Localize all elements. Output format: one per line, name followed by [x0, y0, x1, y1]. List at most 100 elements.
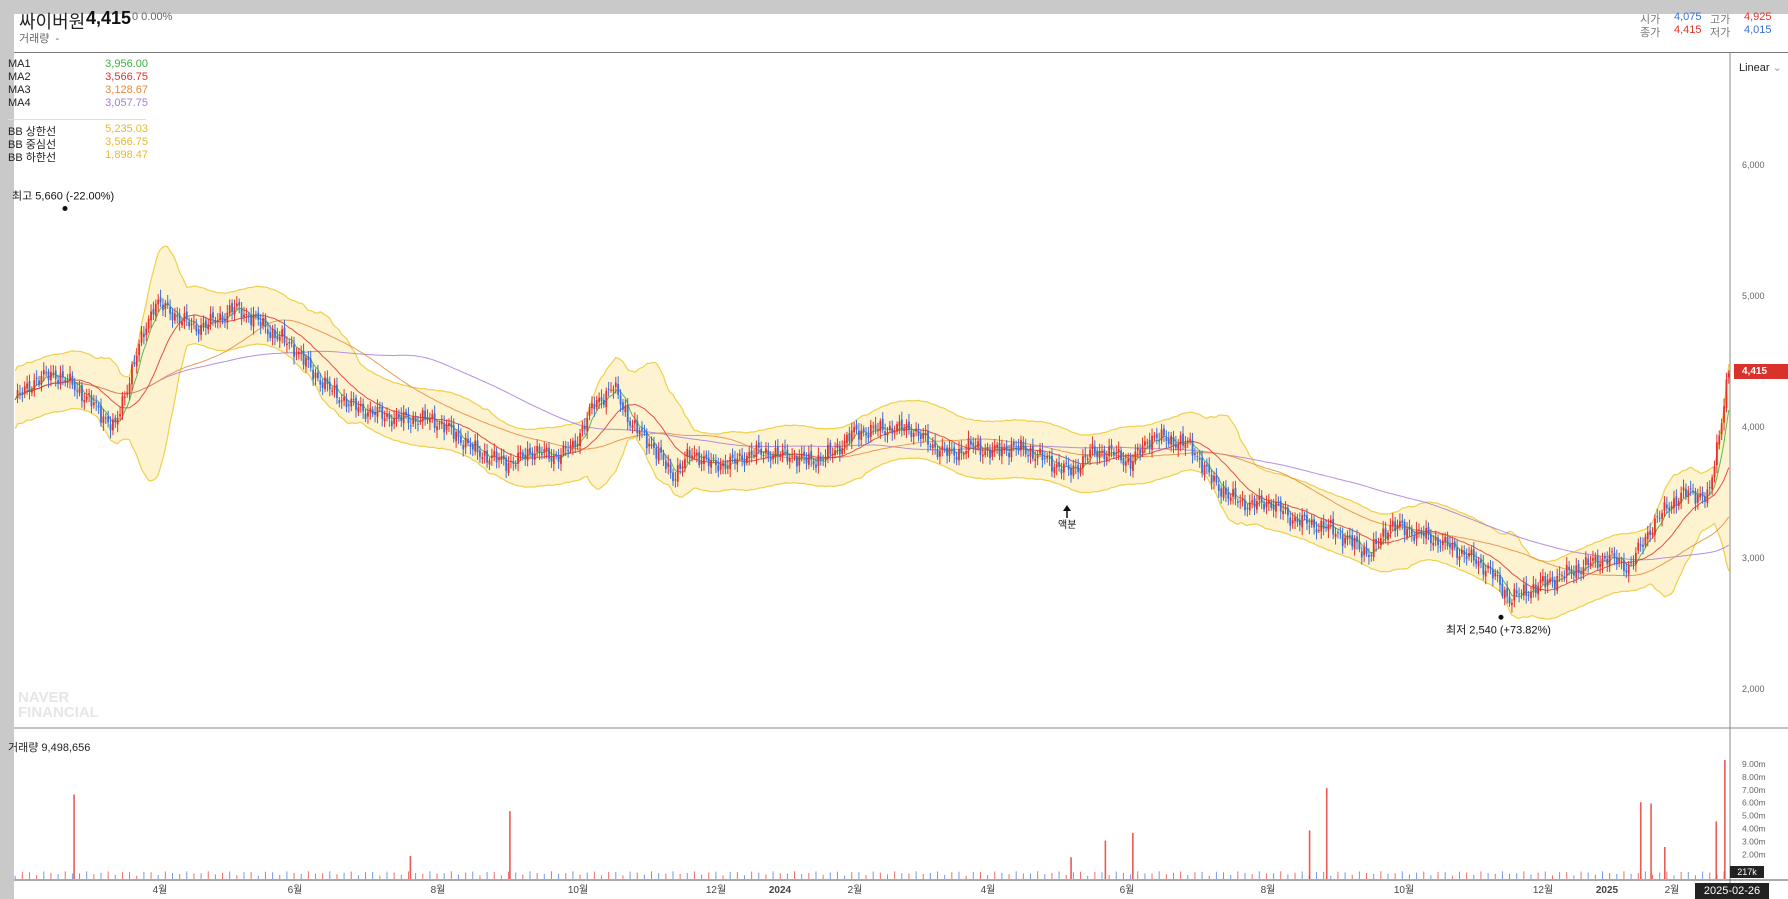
candle-body	[719, 463, 722, 470]
candle-body	[1182, 433, 1184, 446]
candle-body	[862, 428, 865, 432]
volume-bar	[1022, 873, 1024, 879]
candle-body	[1518, 593, 1520, 595]
candle-body	[376, 407, 379, 417]
candle-body	[271, 328, 274, 339]
candle-body	[21, 392, 24, 395]
volume-tick: 7.00m	[1742, 785, 1766, 795]
volume-bar	[86, 871, 88, 879]
volume-bar	[1337, 871, 1339, 879]
candle-body	[807, 453, 810, 465]
candle-body	[1136, 447, 1139, 451]
candle-body	[402, 412, 405, 424]
candle-body	[1553, 580, 1556, 589]
price-tick: 2,000	[1742, 684, 1765, 694]
candle-body	[197, 329, 200, 335]
volume-bar	[1501, 871, 1503, 879]
volume-bar	[1187, 875, 1189, 879]
candle-body	[900, 419, 903, 431]
candle-body	[1236, 501, 1239, 503]
candle-body	[224, 318, 226, 321]
volume-bar	[736, 872, 738, 879]
candle-body	[698, 452, 701, 466]
candle-body	[831, 453, 834, 456]
volume-bar	[43, 871, 45, 879]
max-annotation: 최고 5,660 (-22.00%)	[12, 190, 114, 203]
candle-body	[1079, 467, 1082, 474]
candle-body	[1306, 515, 1308, 524]
candle-body	[479, 450, 481, 457]
candle-body	[1627, 564, 1630, 575]
candle-body	[679, 463, 682, 469]
candle-body	[960, 446, 963, 453]
candle-body	[200, 325, 202, 335]
candle-body	[881, 418, 884, 430]
candle-body	[1658, 517, 1661, 519]
volume-bar	[786, 873, 788, 879]
candle-body	[214, 320, 217, 324]
volume-bar	[672, 871, 674, 879]
candle-body	[1379, 538, 1382, 545]
candle-body	[750, 450, 753, 456]
candle-body	[1615, 557, 1618, 565]
candle-body	[417, 423, 419, 425]
candle-body	[193, 322, 195, 324]
candle-body	[1124, 461, 1127, 466]
volume-bar	[1280, 871, 1282, 879]
candle-body	[586, 417, 589, 432]
candle-body	[1115, 452, 1118, 454]
candle-body	[262, 318, 264, 326]
candle-body	[693, 452, 696, 454]
volume-bar	[1380, 871, 1382, 879]
candle-body	[841, 448, 844, 455]
volume-bar	[336, 874, 338, 879]
volume-bar	[1223, 872, 1225, 879]
candle-body	[1222, 487, 1225, 498]
candle-body	[66, 380, 69, 383]
candle-body	[1365, 548, 1368, 554]
candle-body	[660, 447, 662, 453]
candle-body	[171, 311, 174, 321]
candle-body	[731, 454, 734, 458]
price-chart[interactable]: 6,000 5,000 4,000 3,000 2,000 최고 5,660 (-22.0…	[0, 0, 1788, 899]
candle-body	[788, 457, 791, 462]
candle-body	[1715, 442, 1718, 466]
volume-bar	[1273, 873, 1275, 879]
candle-body	[1568, 566, 1571, 570]
candle-body	[126, 392, 129, 395]
volume-tick: 3.00m	[1742, 836, 1766, 846]
candle-body	[452, 425, 455, 439]
candle-body	[576, 443, 579, 446]
volume-bar	[457, 874, 459, 879]
candle-body	[1572, 572, 1575, 576]
volume-bar	[1516, 873, 1518, 879]
candle-body	[1020, 439, 1022, 451]
volume-bar	[1694, 875, 1696, 879]
candle-body	[922, 432, 925, 439]
candle-body	[848, 433, 851, 442]
volume-bar	[1144, 873, 1146, 879]
candle-body	[714, 460, 717, 466]
candle-body	[1074, 466, 1077, 468]
candle-body	[588, 406, 591, 416]
candle-body	[1651, 532, 1654, 535]
legend-ma3: MA3 3,128.67	[8, 84, 148, 97]
volume-bar	[1709, 872, 1711, 879]
volume-bar	[365, 872, 367, 879]
candle-body	[765, 448, 767, 453]
candle-body	[1289, 517, 1292, 526]
volume-bar	[636, 872, 638, 879]
axis-mode-select[interactable]: Linear ⌄	[1739, 61, 1782, 74]
candle-body	[469, 444, 472, 448]
candle-body	[436, 426, 438, 431]
candle-body	[877, 429, 879, 431]
candle-body	[745, 455, 748, 464]
volume-bar	[1601, 871, 1603, 879]
candle-body	[112, 419, 114, 431]
candle-body	[464, 437, 467, 448]
candle-body	[910, 430, 913, 437]
volume-bar	[407, 871, 409, 879]
candle-body	[493, 450, 496, 457]
candle-body	[1542, 576, 1544, 582]
legend-divider	[8, 119, 146, 120]
